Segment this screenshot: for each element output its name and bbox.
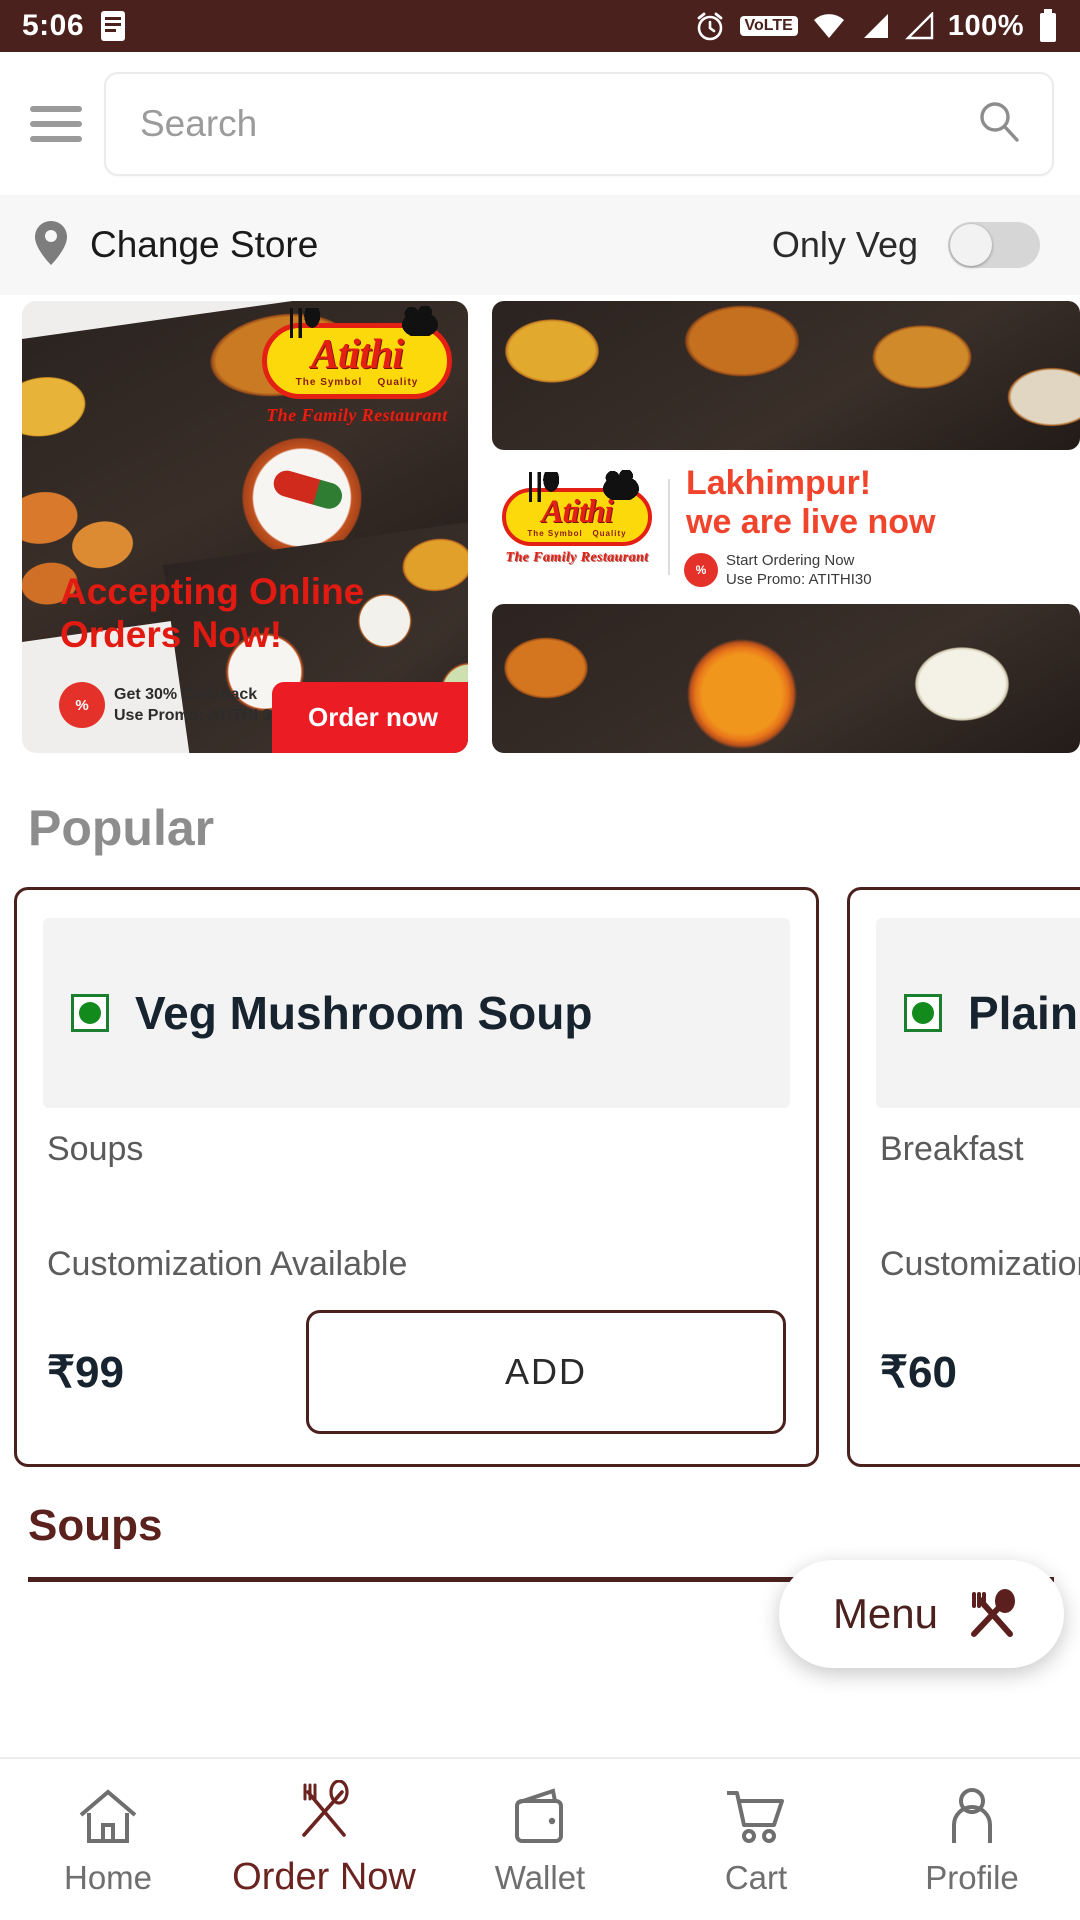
- shopping-cart-icon: [724, 1783, 788, 1845]
- promo-text: Start Ordering Now Use Promo: ATITHI30: [726, 551, 872, 590]
- product-name: Plain Paratha: [968, 987, 1080, 1039]
- nav-item-wallet[interactable]: Wallet: [432, 1783, 648, 1897]
- only-veg-toggle[interactable]: [948, 222, 1040, 268]
- product-category: Soups: [47, 1130, 144, 1168]
- promo-banner-carousel[interactable]: Atithi The Symbol Quality The Family Res…: [0, 295, 1080, 755]
- banner-headline: Accepting Online Orders Now!: [60, 570, 364, 657]
- product-card-header: Veg Mushroom Soup: [43, 918, 790, 1108]
- search-icon[interactable]: [976, 98, 1022, 149]
- promo-line2: Use Promo: ATITHI30: [726, 571, 872, 589]
- logo-cutlery-icon: [520, 471, 560, 502]
- nav-item-order-now[interactable]: Order Now: [216, 1780, 432, 1899]
- nav-label: Order Now: [232, 1856, 416, 1898]
- product-price: ₹60: [880, 1347, 957, 1397]
- atithi-logo-secondary: Atithi The Symbol Quality The Family Res…: [502, 469, 652, 566]
- divider: [668, 479, 670, 575]
- only-veg-label: Only Veg: [771, 224, 918, 265]
- banner-next-photo-bottom: [492, 603, 1080, 754]
- product-card[interactable]: Veg Mushroom Soup Soups Customization Av…: [14, 887, 819, 1467]
- popular-items-row[interactable]: Veg Mushroom Soup Soups Customization Av…: [0, 887, 1080, 1467]
- promo-banner-primary[interactable]: Atithi The Symbol Quality The Family Res…: [22, 301, 468, 753]
- promo-line2: Use Promo: ATITHI 30: [114, 707, 281, 725]
- banner-next-headline-line1: Lakhimpur!: [686, 464, 872, 503]
- banner-next-photo-top: [492, 301, 1080, 451]
- logo-sub-right: Quality: [377, 376, 419, 388]
- product-customization-note: Customization Available: [47, 1245, 408, 1283]
- logo-tagline: The Family Restaurant: [266, 404, 448, 425]
- change-store-label: Change Store: [90, 224, 319, 265]
- crossed-cutlery-icon: [293, 1780, 355, 1842]
- product-customization-note: Customization Available: [880, 1245, 1080, 1283]
- nav-label: Wallet: [494, 1858, 586, 1896]
- signal-bars-empty-icon: [904, 12, 934, 40]
- battery-full-icon: [1038, 9, 1058, 43]
- promo-banner-secondary[interactable]: Atithi The Symbol Quality The Family Res…: [492, 301, 1080, 754]
- wallet-icon: [509, 1783, 571, 1845]
- veg-indicator-icon: [71, 994, 109, 1032]
- search-input[interactable]: [140, 102, 976, 145]
- popular-section-title: Popular: [28, 800, 215, 856]
- location-pin-icon: [34, 220, 68, 271]
- volte-icon: VoLTE: [739, 16, 798, 36]
- search-bar[interactable]: [104, 71, 1054, 176]
- promo-line1: Get 30% Cashback: [114, 685, 258, 703]
- banner-headline-line1: Accepting Online: [60, 570, 365, 612]
- product-card[interactable]: Plain Paratha Breakfast Customization Av…: [847, 887, 1080, 1467]
- section-title: Soups: [28, 1501, 163, 1550]
- product-price: ₹99: [47, 1347, 124, 1397]
- veg-indicator-icon: [904, 994, 942, 1032]
- menu-floating-button[interactable]: Menu: [778, 1560, 1064, 1668]
- person-icon: [942, 1783, 1002, 1845]
- promo-line1: Start Ordering Now: [726, 551, 855, 569]
- banner-next-content: Atithi The Symbol Quality The Family Res…: [492, 458, 1080, 596]
- nav-item-cart[interactable]: Cart: [648, 1783, 864, 1897]
- atithi-logo: Atithi The Symbol Quality The Family Res…: [262, 306, 452, 426]
- banner-headline-line2: Orders Now!: [60, 614, 283, 656]
- product-card-header: Plain Paratha: [876, 918, 1080, 1108]
- promo-text: Get 30% Cashback Use Promo: ATITHI 30: [114, 684, 280, 727]
- status-time: 5:06: [22, 9, 85, 42]
- add-to-cart-button[interactable]: ADD: [306, 1310, 786, 1434]
- logo-pot-icon: [600, 469, 642, 500]
- bottom-navigation-bar[interactable]: Home Order Now Wallet Cart Profile: [0, 1757, 1080, 1920]
- logo-sub-left: The Symbol: [527, 529, 583, 539]
- status-bar: 5:06 VoLTE 100%: [0, 0, 1080, 52]
- promo-discount-badge: %: [62, 685, 102, 726]
- logo-brand-name: Atithi: [310, 332, 404, 378]
- product-name: Veg Mushroom Soup: [135, 987, 593, 1039]
- menu-floating-button-label: Menu: [832, 1590, 938, 1637]
- change-store-bar[interactable]: Change Store Only Veg: [0, 195, 1080, 295]
- toggle-knob: [950, 224, 992, 266]
- order-now-button[interactable]: Order now: [271, 682, 468, 753]
- nav-label: Home: [63, 1858, 153, 1896]
- nav-item-profile[interactable]: Profile: [864, 1783, 1080, 1897]
- logo-tagline: The Family Restaurant: [505, 550, 649, 566]
- logo-sub-left: The Symbol: [295, 376, 363, 388]
- hamburger-menu-icon[interactable]: [30, 105, 82, 142]
- app-header: [0, 52, 1080, 195]
- nav-item-home[interactable]: Home: [0, 1783, 216, 1897]
- banner-next-headline-line2: we are live now: [686, 502, 936, 541]
- wifi-icon: [812, 12, 846, 40]
- logo-pot-icon: [399, 306, 441, 336]
- home-icon: [77, 1783, 139, 1845]
- logo-cutlery-icon: [281, 308, 321, 338]
- notification-document-icon: [100, 10, 126, 42]
- alarm-clock-icon: [694, 10, 726, 42]
- crossed-cutlery-icon: [964, 1586, 1020, 1642]
- signal-bars-icon: [860, 12, 890, 40]
- nav-label: Profile: [925, 1858, 1019, 1896]
- product-category: Breakfast: [880, 1130, 1024, 1168]
- nav-label: Cart: [724, 1858, 788, 1896]
- logo-sub-right: Quality: [592, 529, 627, 539]
- banner-promo: % Get 30% Cashback Use Promo: ATITHI 30: [62, 684, 280, 727]
- promo-discount-badge: %: [686, 555, 716, 586]
- battery-percent-label: 100%: [947, 9, 1024, 42]
